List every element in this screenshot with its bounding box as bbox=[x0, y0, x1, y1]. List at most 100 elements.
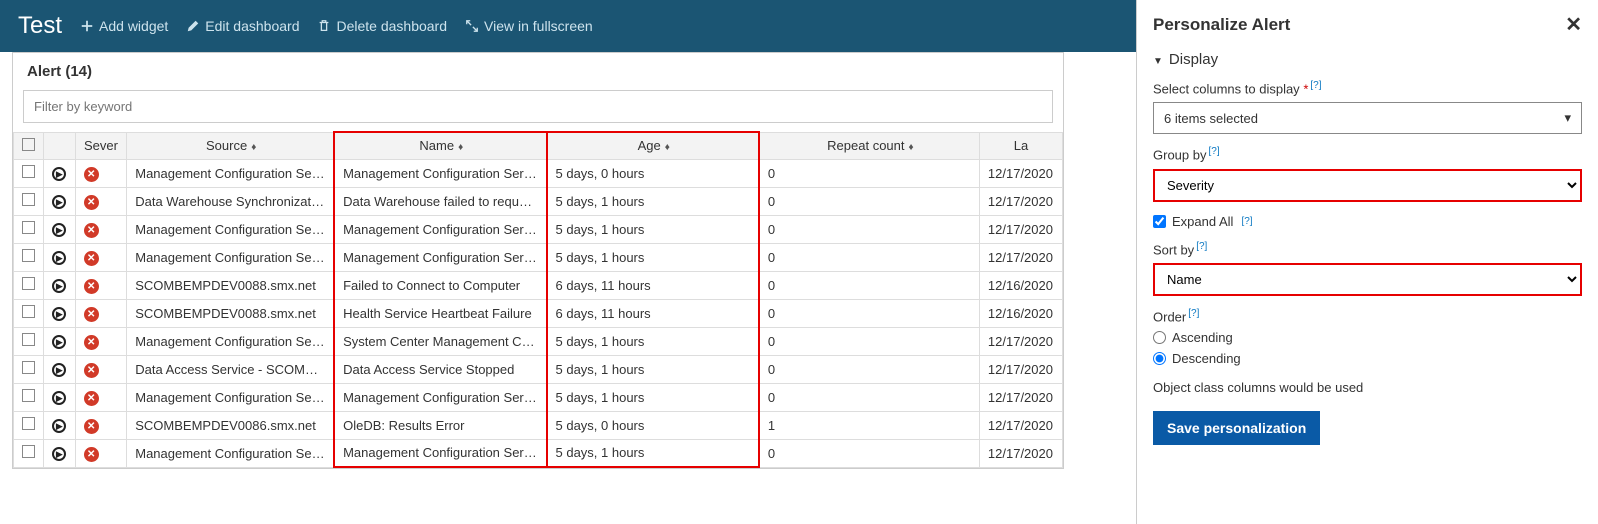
expand-row-icon[interactable]: ▶ bbox=[52, 223, 66, 237]
expand-row-icon[interactable]: ▶ bbox=[52, 251, 66, 265]
edit-dashboard-button[interactable]: Edit dashboard bbox=[186, 18, 299, 34]
row-checkbox[interactable] bbox=[22, 389, 35, 402]
expand-row-icon[interactable]: ▶ bbox=[52, 307, 66, 321]
cell-repeat: 0 bbox=[759, 439, 980, 467]
add-widget-button[interactable]: Add widget bbox=[80, 18, 168, 34]
descending-radio[interactable] bbox=[1153, 352, 1166, 365]
cell-repeat: 0 bbox=[759, 215, 980, 243]
col-severity[interactable]: Sever bbox=[75, 132, 127, 159]
cell-name: Management Configuration Service bbox=[334, 439, 546, 467]
cell-source: Management Configuration Service bbox=[127, 327, 334, 355]
table-row[interactable]: ▶✕Management Configuration ServiceManage… bbox=[14, 159, 1063, 187]
sort-icon: ♦ bbox=[251, 142, 254, 153]
expand-row-icon[interactable]: ▶ bbox=[52, 391, 66, 405]
cell-age: 5 days, 1 hours bbox=[547, 439, 759, 467]
row-checkbox[interactable] bbox=[22, 417, 35, 430]
help-icon[interactable]: [?] bbox=[1188, 308, 1199, 319]
filter-input[interactable] bbox=[34, 99, 1042, 114]
col-expand bbox=[44, 132, 75, 159]
ascending-label: Ascending bbox=[1172, 330, 1233, 345]
cell-age: 5 days, 1 hours bbox=[547, 187, 759, 215]
row-checkbox[interactable] bbox=[22, 333, 35, 346]
object-class-note: Object class columns would be used bbox=[1153, 380, 1582, 395]
row-checkbox[interactable] bbox=[22, 193, 35, 206]
table-row[interactable]: ▶✕Management Configuration ServiceManage… bbox=[14, 243, 1063, 271]
cell-name: Health Service Heartbeat Failure bbox=[334, 299, 546, 327]
cell-source: SCOMBEMPDEV0086.smx.net bbox=[127, 411, 334, 439]
close-button[interactable]: ✕ bbox=[1565, 12, 1582, 37]
display-section-toggle[interactable]: Display bbox=[1153, 51, 1582, 68]
col-checkbox[interactable] bbox=[14, 132, 44, 159]
col-name[interactable]: Name♦ bbox=[334, 132, 546, 159]
cell-source: SCOMBEMPDEV0088.smx.net bbox=[127, 299, 334, 327]
expand-row-icon[interactable]: ▶ bbox=[52, 335, 66, 349]
cell-repeat: 0 bbox=[759, 159, 980, 187]
cell-repeat: 0 bbox=[759, 327, 980, 355]
table-row[interactable]: ▶✕SCOMBEMPDEV0088.smx.netFailed to Conne… bbox=[14, 271, 1063, 299]
col-last[interactable]: La bbox=[979, 132, 1062, 159]
col-source[interactable]: Source♦ bbox=[127, 132, 334, 159]
filter-input-wrap[interactable] bbox=[23, 90, 1053, 123]
checkbox-icon[interactable] bbox=[22, 138, 35, 151]
row-checkbox[interactable] bbox=[22, 165, 35, 178]
expand-row-icon[interactable]: ▶ bbox=[52, 419, 66, 433]
cell-name: Management Configuration Service bbox=[334, 243, 546, 271]
chevron-down-icon: ▾ bbox=[1564, 110, 1571, 126]
row-checkbox[interactable] bbox=[22, 277, 35, 290]
expand-all-checkbox[interactable] bbox=[1153, 215, 1166, 228]
ascending-radio[interactable] bbox=[1153, 331, 1166, 344]
cell-last: 12/17/2020 bbox=[979, 439, 1062, 467]
table-row[interactable]: ▶✕Management Configuration ServiceManage… bbox=[14, 383, 1063, 411]
cell-repeat: 1 bbox=[759, 411, 980, 439]
expand-row-icon[interactable]: ▶ bbox=[52, 195, 66, 209]
table-row[interactable]: ▶✕SCOMBEMPDEV0088.smx.netHealth Service … bbox=[14, 299, 1063, 327]
cell-source: Data Access Service - SCOMBEMPDE bbox=[127, 355, 334, 383]
table-row[interactable]: ▶✕Data Access Service - SCOMBEMPDEData A… bbox=[14, 355, 1063, 383]
table-row[interactable]: ▶✕Management Configuration ServiceSystem… bbox=[14, 327, 1063, 355]
severity-critical-icon: ✕ bbox=[84, 167, 99, 182]
cell-last: 12/17/2020 bbox=[979, 383, 1062, 411]
severity-critical-icon: ✕ bbox=[84, 223, 99, 238]
table-row[interactable]: ▶✕Management Configuration ServiceManage… bbox=[14, 439, 1063, 467]
expand-row-icon[interactable]: ▶ bbox=[52, 279, 66, 293]
cell-last: 12/17/2020 bbox=[979, 243, 1062, 271]
cell-age: 5 days, 1 hours bbox=[547, 243, 759, 271]
cell-source: SCOMBEMPDEV0088.smx.net bbox=[127, 271, 334, 299]
table-row[interactable]: ▶✕Data Warehouse Synchronization SeData … bbox=[14, 187, 1063, 215]
expand-row-icon[interactable]: ▶ bbox=[52, 363, 66, 377]
row-checkbox[interactable] bbox=[22, 249, 35, 262]
help-icon[interactable]: [?] bbox=[1196, 241, 1207, 252]
save-personalization-button[interactable]: Save personalization bbox=[1153, 411, 1320, 445]
fullscreen-button[interactable]: View in fullscreen bbox=[465, 18, 593, 34]
cell-repeat: 0 bbox=[759, 355, 980, 383]
expand-row-icon[interactable]: ▶ bbox=[52, 167, 66, 181]
expand-row-icon[interactable]: ▶ bbox=[52, 447, 66, 461]
cell-age: 5 days, 1 hours bbox=[547, 327, 759, 355]
cell-age: 6 days, 11 hours bbox=[547, 271, 759, 299]
select-columns-label: Select columns to display *[?] bbox=[1153, 80, 1582, 96]
cell-name: Management Configuration Service bbox=[334, 159, 546, 187]
descending-label: Descending bbox=[1172, 351, 1241, 366]
row-checkbox[interactable] bbox=[22, 445, 35, 458]
alert-widget: Alert (14) Sever Source♦ Name♦ Age♦ Repe… bbox=[12, 52, 1064, 469]
cell-source: Management Configuration Service bbox=[127, 243, 334, 271]
col-repeat[interactable]: Repeat count♦ bbox=[759, 132, 980, 159]
delete-dashboard-button[interactable]: Delete dashboard bbox=[317, 18, 447, 34]
help-icon[interactable]: [?] bbox=[1241, 216, 1252, 227]
row-checkbox[interactable] bbox=[22, 305, 35, 318]
table-row[interactable]: ▶✕Management Configuration ServiceManage… bbox=[14, 215, 1063, 243]
sort-by-select[interactable]: Name bbox=[1153, 263, 1582, 296]
severity-critical-icon: ✕ bbox=[84, 447, 99, 462]
col-age[interactable]: Age♦ bbox=[547, 132, 759, 159]
columns-dropdown[interactable]: 6 items selected ▾ bbox=[1153, 102, 1582, 134]
row-checkbox[interactable] bbox=[22, 361, 35, 374]
cell-source: Data Warehouse Synchronization Se bbox=[127, 187, 334, 215]
help-icon[interactable]: [?] bbox=[1208, 146, 1219, 157]
help-icon[interactable]: [?] bbox=[1310, 80, 1321, 91]
severity-critical-icon: ✕ bbox=[84, 195, 99, 210]
row-checkbox[interactable] bbox=[22, 221, 35, 234]
panel-title: Personalize Alert bbox=[1153, 15, 1290, 35]
sort-icon: ♦ bbox=[458, 142, 461, 153]
group-by-select[interactable]: Severity bbox=[1153, 169, 1582, 202]
table-row[interactable]: ▶✕SCOMBEMPDEV0086.smx.netOleDB: Results … bbox=[14, 411, 1063, 439]
